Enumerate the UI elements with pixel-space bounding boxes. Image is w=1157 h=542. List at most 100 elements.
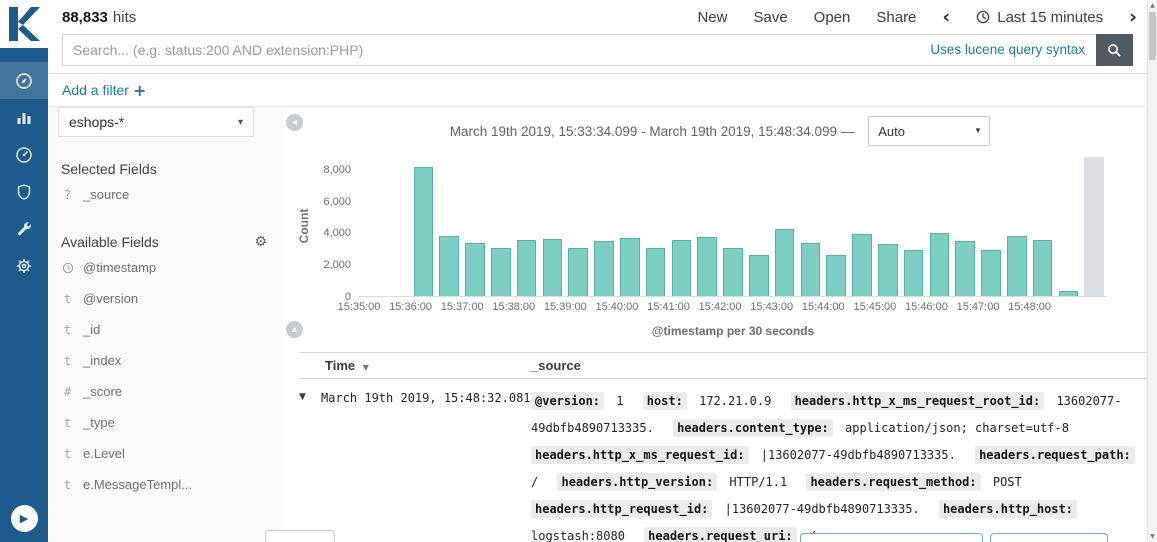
histogram-bar[interactable]: [981, 250, 1001, 296]
histogram-bar[interactable]: [672, 240, 692, 296]
fields-sidebar: eshops-* ▾ Selected Fields ?_source Avai…: [48, 107, 283, 542]
histogram-plot[interactable]: [359, 157, 1107, 297]
x-tick-label: 15:42:00: [699, 301, 742, 313]
source-field-value: |13602077-49dbfb4890713335.: [761, 448, 956, 462]
partial-bucket-bar: [1084, 157, 1104, 296]
source-field-value: 1: [616, 394, 623, 408]
histogram-bar[interactable]: [414, 167, 434, 296]
histogram-bar[interactable]: [930, 233, 950, 296]
menu-share-button[interactable]: Share: [876, 9, 916, 26]
plus-icon: +: [133, 81, 146, 100]
view-surrounding-documents-button-truncated[interactable]: [800, 533, 983, 542]
histogram-bar[interactable]: [1033, 240, 1053, 296]
field-type-icon: t: [61, 323, 74, 337]
chevron-down-icon: ▾: [238, 117, 243, 128]
menu-new-button[interactable]: New: [697, 9, 727, 26]
index-pattern-selector[interactable]: eshops-* ▾: [58, 107, 254, 137]
field-type-icon: t: [61, 292, 74, 306]
histogram-bar[interactable]: [749, 255, 769, 296]
source-field-value: /: [531, 475, 538, 489]
histogram-bar[interactable]: [1007, 236, 1027, 296]
time-header-label: Time: [325, 358, 355, 373]
collapse-chart-button[interactable]: ▴: [286, 321, 303, 338]
time-picker[interactable]: Last 15 minutes: [976, 9, 1103, 26]
histogram-bar[interactable]: [439, 236, 459, 296]
source-field-name: headers.http_x_ms_request_root_id:: [791, 392, 1045, 410]
histogram-bar[interactable]: [568, 248, 588, 296]
histogram-bar[interactable]: [801, 243, 821, 296]
dev-tools-icon[interactable]: [0, 210, 48, 247]
selected-fields-list: ?_source: [48, 179, 283, 210]
histogram-bar[interactable]: [955, 241, 975, 296]
interval-select[interactable]: Auto ▾: [868, 116, 990, 146]
histogram-bar[interactable]: [517, 240, 537, 296]
histogram-bar[interactable]: [594, 241, 614, 296]
menu-open-button[interactable]: Open: [814, 9, 851, 26]
histogram-bar[interactable]: [1059, 291, 1079, 296]
x-tick-label: 15:45:00: [853, 301, 896, 313]
collapse-sidebar-button[interactable]: ◂: [286, 114, 303, 131]
histogram-bar[interactable]: [465, 243, 485, 296]
search-button[interactable]: [1096, 34, 1133, 66]
field-item-_score[interactable]: #_score: [48, 376, 283, 407]
scrollbar-thumb[interactable]: [1149, 12, 1156, 60]
field-item-@version[interactable]: t @version: [48, 283, 283, 314]
histogram-bar[interactable]: [646, 248, 666, 296]
time-range-label: Last 15 minutes: [997, 9, 1103, 26]
time-column-header[interactable]: Time ▼: [299, 358, 531, 373]
histogram-bar[interactable]: [543, 239, 563, 296]
table-json-tabs-truncated[interactable]: [265, 530, 335, 542]
discover-icon[interactable]: [0, 62, 48, 99]
dashboard-icon[interactable]: [0, 136, 48, 173]
field-name: _type: [83, 415, 115, 430]
time-next-button[interactable]: ›: [1129, 8, 1137, 27]
field-name: @version: [83, 291, 138, 306]
lucene-syntax-link[interactable]: Uses lucene query syntax: [930, 42, 1085, 57]
source-field-name: @version:: [531, 392, 604, 410]
histogram-chart: Count 8,0006,0004,0002,0000: [293, 157, 1147, 297]
top-bar: 88,833 hits NewSaveOpenShare ‹ Last 15 m…: [48, 0, 1147, 28]
doc-table: Time ▼ _source ▼March 19th 2019, 15:48:3…: [299, 352, 1147, 542]
source-field-value: application/json; charset=utf-8: [845, 421, 1069, 435]
histogram-bar[interactable]: [826, 255, 846, 296]
kibana-logo[interactable]: [0, 0, 48, 48]
menu-save-button[interactable]: Save: [753, 9, 787, 26]
field-item-_source[interactable]: ?_source: [48, 179, 283, 210]
hits-label: hits: [113, 9, 136, 26]
vertical-scrollbar[interactable]: ▲ ▼: [1147, 0, 1157, 542]
add-filter-button[interactable]: Add a filter +: [62, 81, 146, 100]
histogram-bar[interactable]: [904, 250, 924, 296]
index-pattern-label: eshops-*: [69, 114, 124, 130]
expand-nav-button[interactable]: ▶: [11, 505, 38, 532]
histogram-bar[interactable]: [491, 248, 511, 296]
time-prev-button[interactable]: ‹: [942, 8, 950, 27]
x-tick-label: 15:36:00: [389, 301, 432, 313]
view-single-document-button-truncated[interactable]: [990, 533, 1108, 542]
histogram-bar[interactable]: [620, 238, 640, 296]
clock-icon: [976, 10, 990, 24]
histogram-bar[interactable]: [852, 234, 872, 296]
clock-icon: [61, 261, 74, 275]
source-field-value: HTTP/1.1: [729, 475, 787, 489]
field-item-e.Level[interactable]: te.Level: [48, 438, 283, 469]
field-item-_type[interactable]: t_type: [48, 407, 283, 438]
histogram-bar[interactable]: [775, 229, 795, 296]
source-field-name: headers.content_type:: [673, 419, 833, 437]
row-expand-caret-icon[interactable]: ▼: [299, 388, 321, 542]
field-item-@timestamp[interactable]: @timestamp: [48, 252, 283, 283]
gear-icon[interactable]: ⚙: [254, 234, 267, 250]
field-item-e.MessageTempl...[interactable]: te.MessageTempl...: [48, 469, 283, 500]
scroll-down-arrow[interactable]: ▼: [1148, 531, 1157, 542]
x-tick-label: 15:43:00: [750, 301, 793, 313]
doc-table-header: Time ▼ _source: [299, 352, 1147, 379]
field-item-_id[interactable]: t_id: [48, 314, 283, 345]
visualize-icon[interactable]: [0, 99, 48, 136]
apm-icon[interactable]: [0, 173, 48, 210]
scroll-up-arrow[interactable]: ▲: [1148, 0, 1157, 11]
management-icon[interactable]: [0, 247, 48, 284]
histogram-bar[interactable]: [723, 248, 743, 296]
histogram-bar[interactable]: [878, 244, 898, 296]
field-item-_index[interactable]: t_index: [48, 345, 283, 376]
histogram-bar[interactable]: [697, 237, 717, 296]
x-axis-title: @timestamp per 30 seconds: [359, 324, 1107, 338]
